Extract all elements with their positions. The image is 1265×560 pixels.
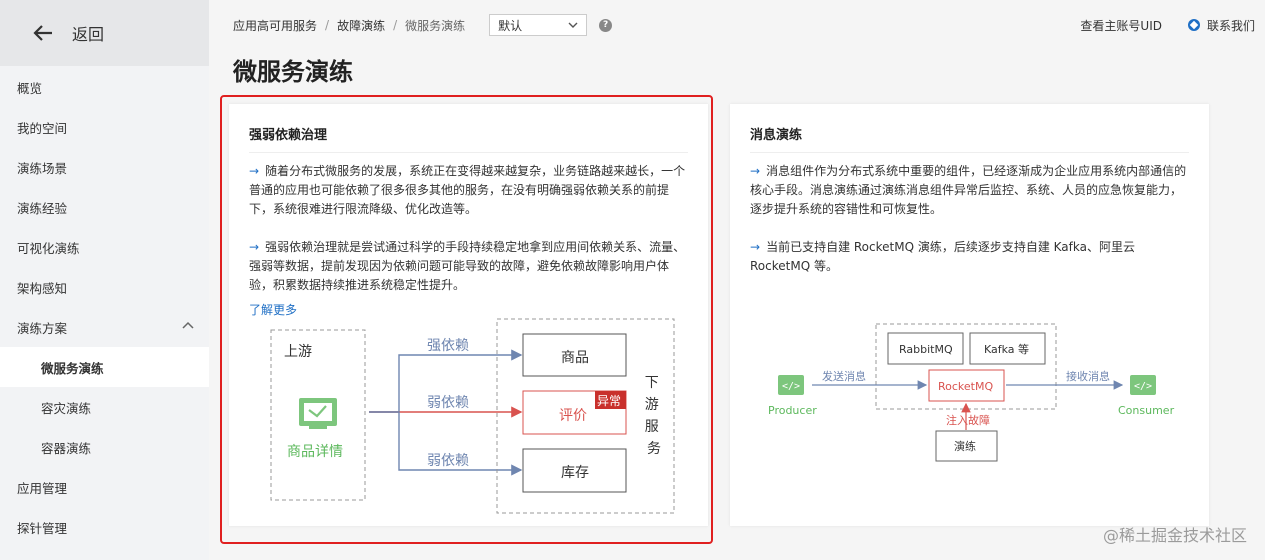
chevron-down-icon [568, 22, 578, 28]
contact-icon [1187, 19, 1200, 31]
sidebar-item-drill-plans[interactable]: 演练方案 [0, 307, 209, 347]
namespace-select[interactable]: 默认 [489, 14, 588, 36]
abnormal-label: 异常 [597, 394, 621, 408]
kafka-label: Kafka 等 [984, 342, 1029, 356]
rabbitmq-label: RabbitMQ [899, 343, 953, 356]
sidebar-item-container-drill[interactable]: 容器演练 [0, 427, 209, 467]
weak-label-2: 弱依赖 [427, 453, 469, 469]
breadcrumb-item[interactable]: 故障演练 [337, 17, 385, 34]
weak-label-1: 弱依赖 [427, 395, 469, 411]
sidebar-item-label: 微服务演练 [41, 360, 104, 376]
sidebar-item-label: 我的空间 [17, 120, 68, 136]
sidebar-item-label: 架构感知 [17, 280, 68, 296]
sidebar-item-microservice-drill[interactable]: 微服务演练 [0, 347, 209, 387]
consumer-icon-glyph: </> [1134, 381, 1152, 392]
sidebar-item-disaster-drill[interactable]: 容灾演练 [0, 387, 209, 427]
sidebar-item-label: 演练经验 [17, 200, 68, 216]
sidebar-item-label: 容器演练 [41, 440, 92, 456]
sidebar-item-visual-drill[interactable]: 可视化演练 [0, 227, 209, 267]
downstream-char: 下 [645, 375, 659, 391]
producer-label: Producer [768, 404, 817, 417]
service-review: 评价 [559, 408, 587, 424]
chevron-up-icon [182, 321, 194, 329]
header-links: 查看主账号UID 联系我们 [1080, 12, 1255, 38]
downstream-char: 服 [645, 419, 659, 435]
sidebar-item-app-management[interactable]: 应用管理 [0, 467, 209, 507]
select-value: 默认 [498, 18, 523, 33]
sidebar-item-architecture[interactable]: 架构感知 [0, 267, 209, 307]
sidebar: 返回 概览 我的空间 演练场景 演练经验 可视化演练 架构感知 演练方案 微服务… [0, 0, 209, 560]
dependency-governance-card[interactable]: 强弱依赖治理 → 随着分布式微服务的发展，系统正在变得越来越复杂，业务链路越来越长… [229, 104, 708, 526]
send-label: 发送消息 [822, 369, 866, 383]
sidebar-item-label: 探针管理 [17, 520, 68, 536]
sidebar-item-label: 概览 [17, 80, 43, 96]
sidebar-item-my-space[interactable]: 我的空间 [0, 107, 209, 147]
app-label: 商品详情 [287, 444, 343, 460]
watermark: @稀土掘金技术社区 [1102, 526, 1247, 545]
drill-label: 演练 [954, 439, 976, 453]
sidebar-item-label: 应用管理 [17, 480, 68, 496]
sidebar-item-experience[interactable]: 演练经验 [0, 187, 209, 227]
sidebar-item-label: 演练场景 [17, 160, 68, 176]
strong-label: 强依赖 [427, 338, 469, 354]
arrow-left-icon [33, 25, 52, 41]
back-label: 返回 [72, 25, 105, 44]
producer-icon-glyph: </> [782, 381, 800, 392]
rocketmq-label: RocketMQ [938, 380, 993, 393]
dependency-diagram: 上游 商品详情 强依赖 弱依赖 弱依赖 商品 异常 评价 库存 下 游 服 务 [270, 318, 675, 514]
sidebar-item-overview[interactable]: 概览 [0, 67, 209, 107]
upstream-label: 上游 [284, 344, 312, 360]
consumer-label: Consumer [1118, 404, 1175, 417]
sidebar-item-scenarios[interactable]: 演练场景 [0, 147, 209, 187]
receive-label: 接收消息 [1066, 369, 1110, 383]
sidebar-item-label: 容灾演练 [41, 400, 92, 416]
view-uid-link[interactable]: 查看主账号UID [1080, 17, 1162, 34]
service-stock: 库存 [561, 465, 589, 481]
downstream-label: 下 游 服 务 [645, 375, 663, 457]
breadcrumb-current: 微服务演练 [405, 18, 466, 33]
downstream-char: 务 [647, 441, 661, 457]
breadcrumb-item[interactable]: 应用高可用服务 [233, 17, 317, 34]
breadcrumb-separator: / [325, 18, 330, 32]
help-icon[interactable]: ? [599, 18, 613, 32]
message-drill-card[interactable]: 消息演练 → 消息组件作为分布式系统中重要的组件，已经逐渐成为企业应用系统内部通信… [730, 104, 1209, 526]
sidebar-item-label: 演练方案 [17, 320, 68, 336]
page-title: 微服务演练 [233, 58, 353, 86]
sidebar-item-probe-management[interactable]: 探针管理 [0, 507, 209, 547]
back-button[interactable]: 返回 [0, 0, 209, 66]
service-goods: 商品 [561, 350, 589, 366]
breadcrumb-separator: / [393, 18, 398, 32]
sidebar-item-label: 可视化演练 [17, 240, 80, 256]
contact-link[interactable]: 联系我们 [1207, 17, 1255, 34]
downstream-char: 游 [645, 397, 659, 413]
message-diagram: RabbitMQ Kafka 等 RocketMQ </> Producer <… [768, 323, 1175, 462]
inject-label: 注入故障 [946, 413, 990, 427]
